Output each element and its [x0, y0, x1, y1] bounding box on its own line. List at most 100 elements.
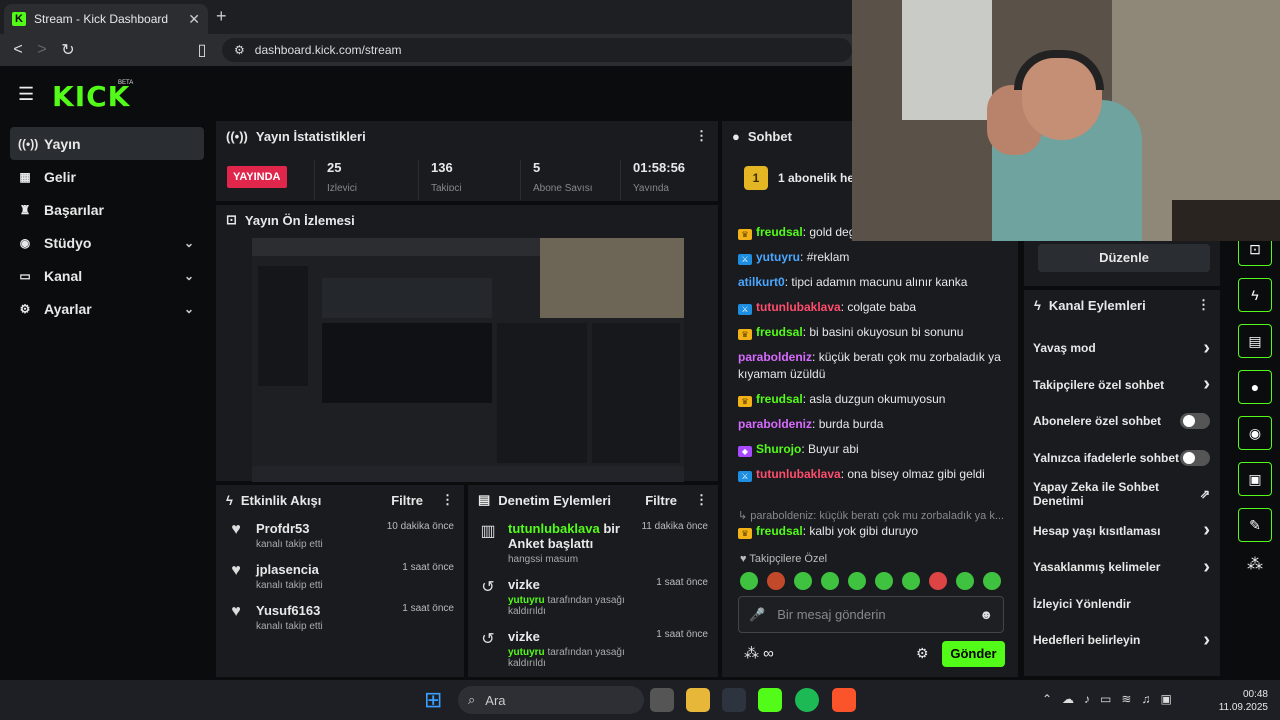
chat-message[interactable]: ♛ freudsal: asla duzgun okumuyosun: [738, 391, 1006, 408]
close-tab-icon[interactable]: ✕: [188, 11, 200, 28]
chat-bubble-icon[interactable]: ●: [1238, 370, 1272, 404]
sidebar-item-1[interactable]: ▦ Gelir: [10, 160, 204, 193]
mic-icon[interactable]: 🎤: [749, 607, 765, 623]
mod-item[interactable]: ▥ tutunlubaklava bir Anket başlattı hangss…: [468, 515, 718, 571]
chat-username[interactable]: atilkurt0: [738, 275, 785, 289]
emote-icon[interactable]: [848, 572, 866, 590]
emote-icon[interactable]: [902, 572, 920, 590]
chevron-right-icon[interactable]: ›: [1203, 556, 1210, 579]
file-explorer-icon[interactable]: [686, 688, 710, 712]
emote-icon[interactable]: [983, 572, 1001, 590]
chat-message[interactable]: ♛ freudsal: bi basini okuyosun bi sonunu: [738, 324, 1006, 341]
chevron-right-icon[interactable]: ›: [1203, 519, 1210, 542]
chat-username[interactable]: paraboldeniz: [738, 417, 812, 431]
emote-icon[interactable]: [821, 572, 839, 590]
chat-username[interactable]: freudsal: [756, 225, 803, 239]
emote-icon[interactable]: [794, 572, 812, 590]
chat-input[interactable]: 🎤 Bir mesaj gönderin ☻: [738, 596, 1004, 633]
toggle-switch[interactable]: [1180, 449, 1210, 466]
sidebar-item-0[interactable]: ((•)) Yayın: [10, 127, 204, 160]
chat-username[interactable]: freudsal: [756, 325, 803, 339]
wrench-icon[interactable]: ✎: [1238, 508, 1272, 542]
chat-username[interactable]: tutunlubaklava: [756, 300, 841, 314]
sidebar-item-4[interactable]: ▭ Kanal ⌄: [10, 259, 204, 292]
gear-icon[interactable]: ⚙: [916, 645, 929, 662]
stream-preview-video[interactable]: [252, 238, 684, 482]
chat-message[interactable]: ⚔ tutunlubaklava: colgate baba: [738, 299, 1006, 316]
more-options-icon[interactable]: ⋮: [441, 492, 454, 508]
external-link-icon[interactable]: ⇗: [1200, 487, 1210, 501]
feed-filter-button[interactable]: Filtre: [391, 493, 423, 508]
mod-username[interactable]: vizke: [508, 577, 540, 592]
chat-message[interactable]: paraboldeniz: küçük beratı çok mu zorbal…: [738, 349, 1006, 383]
chat-message[interactable]: ◆ Shurojo: Buyur abi: [738, 441, 1006, 458]
taskbar-search[interactable]: ⌕ Ara: [458, 686, 644, 714]
document-icon[interactable]: ▤: [1238, 324, 1272, 358]
channel-action-item[interactable]: Yavaş mod ›: [1024, 330, 1220, 367]
chat-message[interactable]: ♛ freudsal: kalbi yok gibi duruyo: [738, 523, 918, 540]
feed-username[interactable]: Profdr53: [256, 521, 377, 536]
emote-icon[interactable]: [875, 572, 893, 590]
reply-preview[interactable]: ↳ paraboldeniz: küçük beratı çok mu zorb…: [738, 509, 1006, 522]
mod-sub-user[interactable]: yutuyru: [508, 595, 545, 606]
forward-icon[interactable]: >: [30, 41, 54, 59]
mod-item[interactable]: ↺ vizke yutuyru tarafından yasağı kaldırıl…: [468, 623, 718, 675]
mod-filter-button[interactable]: Filtre: [645, 493, 677, 508]
channel-action-item[interactable]: Hesap yaşı kısıtlaması ›: [1024, 513, 1220, 550]
chevron-right-icon[interactable]: ›: [1203, 337, 1210, 360]
chevron-down-icon[interactable]: ⌄: [184, 269, 204, 283]
send-button[interactable]: Gönder: [942, 641, 1005, 667]
brave-browser-icon[interactable]: [832, 688, 856, 712]
mod-username[interactable]: tutunlubaklava: [508, 521, 600, 536]
chevron-down-icon[interactable]: ⌄: [184, 236, 204, 250]
feed-username[interactable]: jplasencia: [256, 562, 392, 577]
system-tray-icons[interactable]: ⌃☁♪▭≋♫▣: [1042, 692, 1182, 706]
mod-sub-user[interactable]: yutuyru: [508, 647, 545, 658]
emote-icon[interactable]: [740, 572, 758, 590]
kick-symbol-icon[interactable]: ⁂ ∞: [744, 644, 774, 662]
emote-icon[interactable]: [767, 572, 785, 590]
app-icon[interactable]: [722, 688, 746, 712]
chat-message[interactable]: paraboldeniz: burda burda: [738, 416, 1006, 433]
kick-symbol-icon[interactable]: ⁂: [1230, 554, 1280, 574]
lightning-icon[interactable]: ϟ: [1238, 278, 1272, 312]
chat-message[interactable]: ⚔ yutuyru: #reklam: [738, 249, 1006, 266]
chat-username[interactable]: Shurojo: [756, 442, 801, 456]
bookmark-icon[interactable]: ▯: [190, 40, 214, 60]
address-bar[interactable]: ⚙ dashboard.kick.com/stream: [222, 38, 852, 62]
back-icon[interactable]: <: [6, 41, 30, 59]
menu-icon[interactable]: ☰: [18, 84, 34, 105]
channel-action-item[interactable]: Takipçilere özel sohbet ›: [1024, 367, 1220, 404]
channel-action-item[interactable]: Yasaklanmış kelimeler ›: [1024, 549, 1220, 586]
feed-item[interactable]: ♥ jplasencia kanalı takip etti 1 saat önce: [216, 556, 464, 597]
chevron-down-icon[interactable]: ⌄: [184, 302, 204, 316]
kick-app-icon[interactable]: [758, 688, 782, 712]
sub-goal-banner[interactable]: 1 1 abonelik hed: [744, 166, 861, 190]
channel-action-item[interactable]: Yapay Zeka ile Sohbet Denetimi ⇗: [1024, 476, 1220, 513]
chevron-right-icon[interactable]: ›: [1203, 629, 1210, 652]
toggle-switch[interactable]: [1180, 413, 1210, 430]
channel-action-item[interactable]: Yalnızca ifadelerle sohbet: [1024, 440, 1220, 477]
feed-username[interactable]: Yusuf6163: [256, 603, 392, 618]
chat-username[interactable]: tutunlubaklava: [756, 467, 841, 481]
feed-item[interactable]: ♥ Yusuf6163 kanalı takip etti 1 saat önce: [216, 597, 464, 638]
chat-username[interactable]: freudsal: [756, 524, 803, 538]
sidebar-item-5[interactable]: ⚙ Ayarlar ⌄: [10, 292, 204, 325]
reload-icon[interactable]: ↻: [56, 40, 80, 60]
channel-action-item[interactable]: Hedefleri belirleyin ›: [1024, 622, 1220, 659]
channel-action-item[interactable]: Abonelere özel sohbet: [1024, 403, 1220, 440]
more-options-icon[interactable]: ⋮: [695, 128, 708, 144]
chat-username[interactable]: freudsal: [756, 392, 803, 406]
edit-button[interactable]: Düzenle: [1038, 244, 1210, 272]
browser-tab[interactable]: K Stream - Kick Dashboard ✕: [4, 4, 208, 34]
mod-username[interactable]: vizke: [508, 629, 540, 644]
emote-icon[interactable]: [929, 572, 947, 590]
chat-username[interactable]: paraboldeniz: [738, 350, 812, 364]
windows-start-icon[interactable]: ⊞: [424, 688, 448, 712]
more-options-icon[interactable]: ⋮: [695, 492, 708, 508]
video-icon[interactable]: ▣: [1238, 462, 1272, 496]
sidebar-item-2[interactable]: ♜ Başarılar: [10, 193, 204, 226]
broadcast-icon[interactable]: ◉: [1238, 416, 1272, 450]
chat-message[interactable]: ⚔ tutunlubaklava: ona bisey olmaz gibi ge…: [738, 466, 1006, 483]
emoji-icon[interactable]: ☻: [979, 607, 993, 622]
